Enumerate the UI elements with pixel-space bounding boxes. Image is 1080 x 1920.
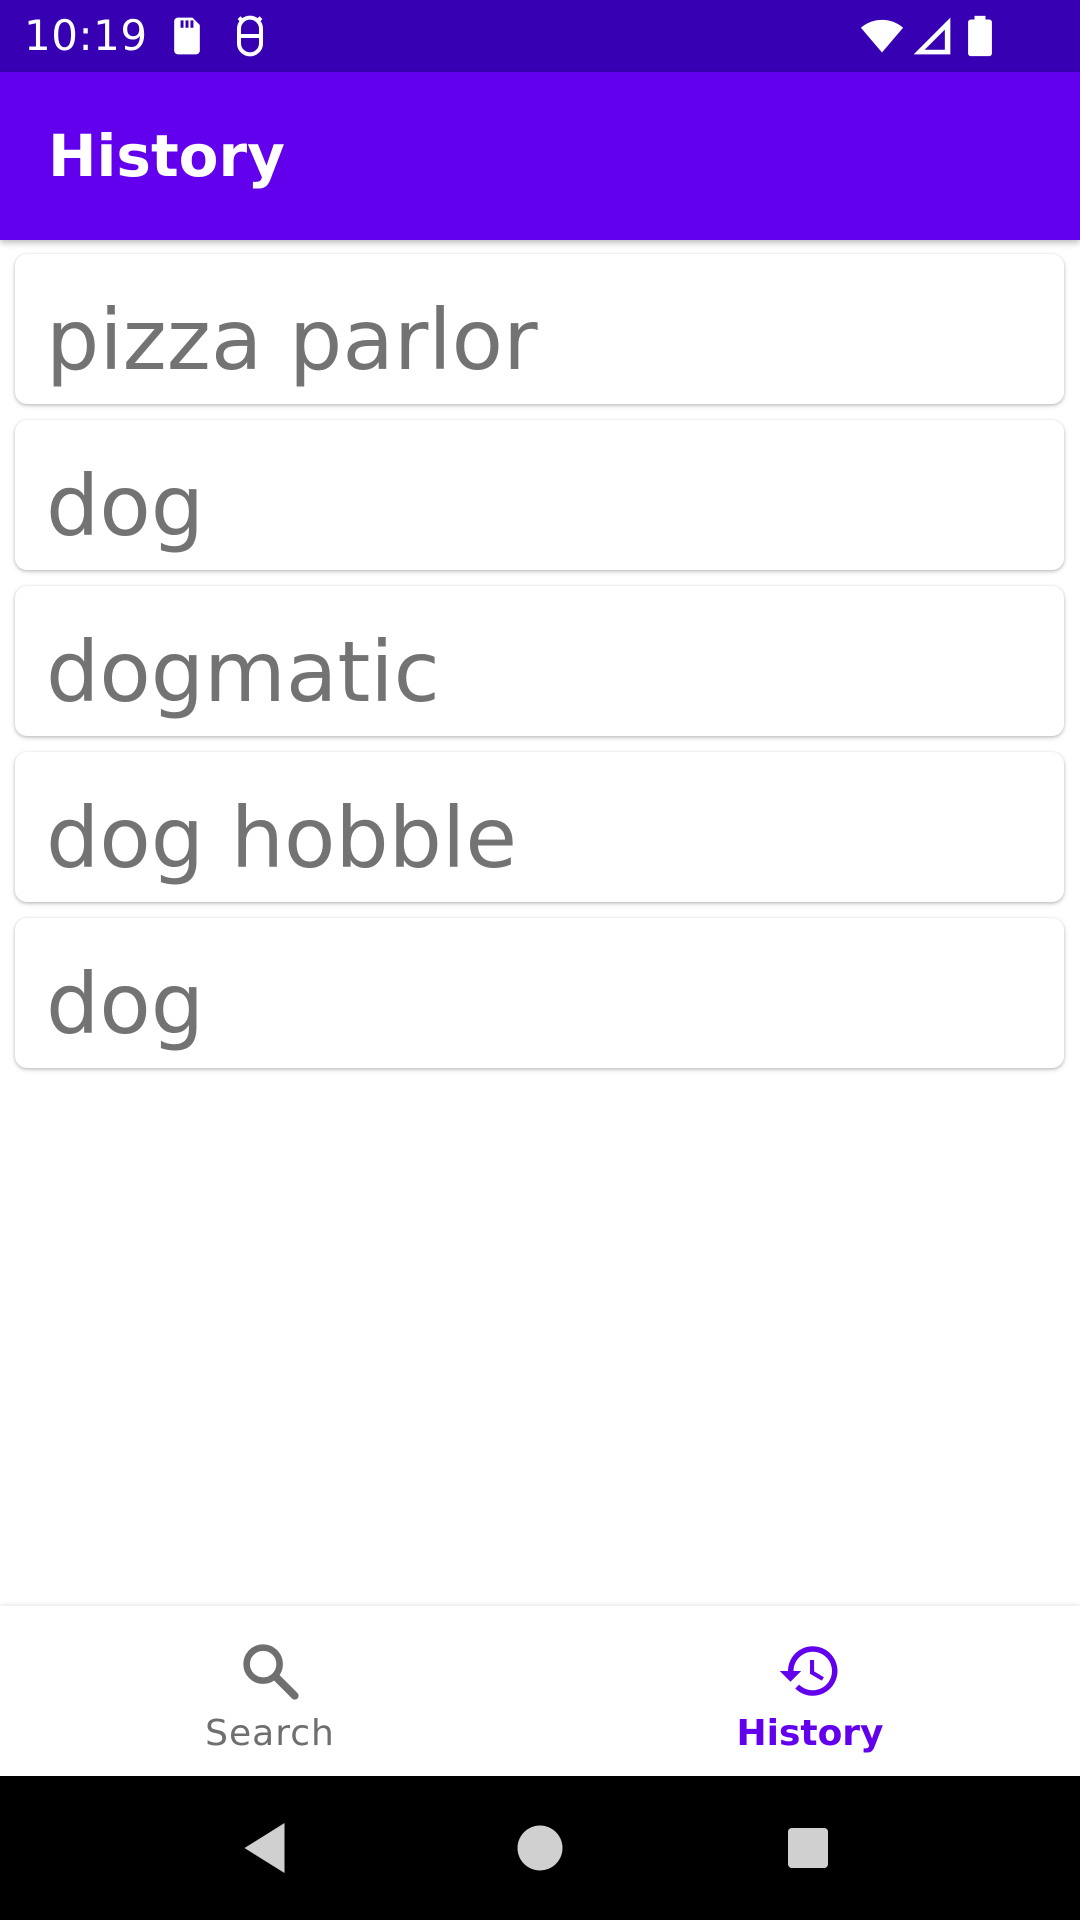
history-item-label: dogmatic: [46, 623, 440, 721]
nav-label-history: History: [736, 1713, 884, 1754]
history-list: pizza parlor dog dogmatic dog hobble dog: [0, 254, 1080, 1084]
nav-item-search[interactable]: Search: [0, 1606, 540, 1776]
history-item-label: dog: [46, 457, 205, 555]
system-navigation-bar: [0, 1776, 1080, 1920]
history-item-label: dog: [46, 955, 205, 1053]
wifi-icon: [860, 14, 904, 58]
history-item-label: pizza parlor: [46, 291, 538, 389]
history-icon: [777, 1638, 843, 1704]
home-icon[interactable]: [510, 1818, 570, 1878]
status-time: 10:19: [24, 11, 148, 60]
history-item[interactable]: pizza parlor: [15, 254, 1064, 404]
history-item[interactable]: dogmatic: [15, 586, 1064, 736]
history-item[interactable]: dog hobble: [15, 752, 1064, 902]
history-item[interactable]: dog: [15, 420, 1064, 570]
search-icon: [237, 1638, 303, 1704]
history-item[interactable]: dog: [15, 918, 1064, 1068]
signal-icon: [910, 14, 954, 58]
nav-label-search: Search: [205, 1713, 335, 1754]
debug-icon: [228, 14, 272, 58]
back-icon[interactable]: [237, 1818, 297, 1878]
screen: 10:19 History pizza parlor dog dogmatic: [0, 0, 1080, 1920]
sd-card-icon: [165, 14, 209, 58]
history-item-label: dog hobble: [46, 789, 518, 887]
battery-icon: [960, 14, 1000, 58]
recents-icon[interactable]: [778, 1818, 838, 1878]
bottom-navigation: Search History: [0, 1606, 1080, 1776]
app-bar: History: [0, 72, 1080, 240]
status-bar: 10:19: [0, 0, 1080, 72]
nav-item-history[interactable]: History: [540, 1606, 1080, 1776]
page-title: History: [48, 122, 285, 190]
